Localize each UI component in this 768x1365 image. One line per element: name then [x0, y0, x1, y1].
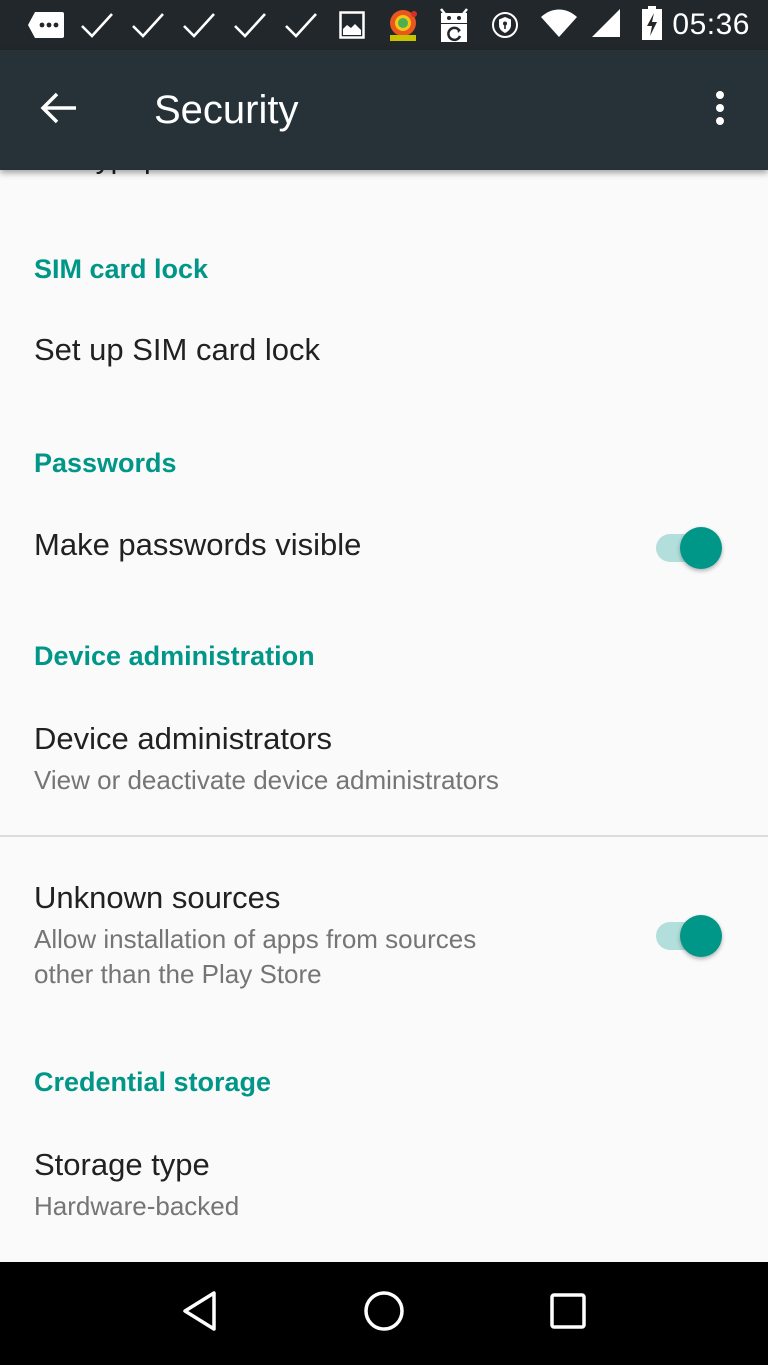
make-passwords-visible-switch[interactable]: [654, 520, 726, 569]
check-icon: [71, 0, 122, 50]
nav-home-button[interactable]: [334, 1264, 434, 1364]
pref-title: Device administrators: [34, 721, 333, 756]
arrow-back-icon: [40, 91, 78, 130]
pref-summary-line-2: other than the Play Store: [34, 959, 322, 989]
pref-unknown-sources[interactable]: Unknown sources Allow installation of ap…: [0, 837, 768, 1015]
page-title: Security: [154, 87, 299, 132]
app-toolbar: Security: [0, 50, 768, 170]
pref-title: Storage type: [34, 1147, 210, 1182]
more-options-button[interactable]: [672, 50, 768, 170]
preferences-list[interactable]: Encrypt phone SIM card lock Set up SIM c…: [0, 170, 768, 1262]
app-manager-icon: [377, 0, 428, 50]
switch-thumb: [680, 915, 722, 957]
vpn-shield-icon: [479, 0, 530, 50]
category-passwords: Passwords: [34, 448, 177, 478]
nav-recents-button[interactable]: [518, 1264, 618, 1364]
home-icon: [363, 1290, 405, 1337]
more-notifications-icon: [20, 0, 71, 50]
pref-title: Set up SIM card lock: [34, 332, 321, 367]
category-sim-card-lock: SIM card lock: [34, 254, 209, 284]
clipped-preference-title[interactable]: Encrypt phone: [34, 170, 227, 176]
pref-device-administrators[interactable]: Device administrators View or deactivate…: [0, 690, 768, 835]
navigation-bar: [0, 1262, 768, 1365]
switch-thumb: [680, 527, 722, 569]
check-icon: [173, 0, 224, 50]
pref-title: Make passwords visible: [34, 527, 362, 562]
back-button[interactable]: [0, 50, 120, 170]
pref-set-up-sim-card-lock[interactable]: Set up SIM card lock: [0, 306, 768, 410]
pref-summary: Hardware-backed: [34, 1191, 240, 1221]
more-vert-icon: [715, 90, 725, 131]
check-icon: [224, 0, 275, 50]
pref-summary-line-1: Allow installation of apps from sources: [34, 924, 477, 954]
back-nav-icon: [182, 1291, 218, 1336]
category-device-administration: Device administration: [34, 641, 315, 671]
wifi-icon: [540, 8, 578, 43]
unknown-sources-switch[interactable]: [654, 908, 726, 957]
pref-make-passwords-visible[interactable]: Make passwords visible: [0, 496, 768, 600]
pref-summary: View or deactivate device administrators: [34, 765, 499, 795]
nav-back-button[interactable]: [150, 1264, 250, 1364]
check-icon: [122, 0, 173, 50]
image-icon: [326, 0, 377, 50]
battery-charging-icon: [642, 5, 663, 45]
clock: 05:36: [672, 8, 750, 41]
check-icon: [275, 0, 326, 50]
recents-icon: [550, 1293, 586, 1334]
fdroid-update-icon: [428, 0, 479, 50]
pref-title: Unknown sources: [34, 880, 281, 915]
system-icons: 05:36: [540, 5, 750, 45]
cell-signal-icon: [590, 7, 622, 44]
pref-storage-type[interactable]: Storage type Hardware-backed: [0, 1116, 768, 1262]
category-credential-storage: Credential storage: [34, 1067, 272, 1097]
status-bar: 05:36: [0, 0, 768, 50]
notification-icons: [20, 0, 530, 50]
